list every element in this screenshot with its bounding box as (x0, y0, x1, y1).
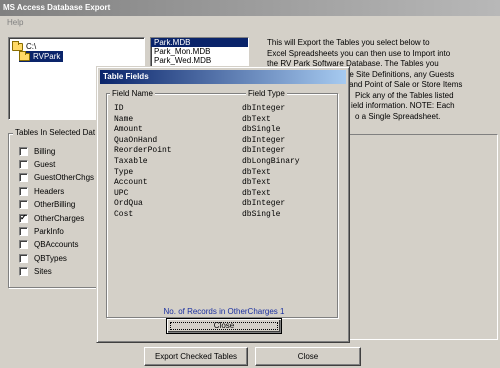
checkbox-label: QBTypes (34, 253, 67, 263)
field-type: dbInteger (242, 104, 286, 113)
checkbox[interactable] (19, 213, 28, 223)
open-folder-icon (12, 40, 23, 51)
description-line: This will Export the Tables you select b… (267, 38, 430, 47)
field-name: Account (114, 178, 148, 188)
file-item[interactable]: Park.MDB (151, 38, 248, 47)
field-name: Cost (114, 210, 134, 219)
checkbox[interactable] (19, 253, 28, 263)
checkbox[interactable] (19, 200, 28, 210)
field-name: Amount (114, 125, 143, 135)
table-checkbox-row[interactable]: OtherBilling (19, 200, 75, 210)
records-count: No. of Records in OtherCharges 1 (163, 307, 285, 316)
checkbox-label: OtherCharges (34, 213, 85, 223)
field-name: ID (114, 104, 124, 113)
field-type: dbInteger (242, 135, 286, 145)
field-name: Type (114, 167, 134, 177)
table-checkbox-row[interactable]: OtherCharges (19, 213, 84, 223)
field-type: dbText (242, 178, 271, 188)
checkbox-label: Billing (34, 146, 56, 156)
field-name: Name (114, 114, 134, 124)
checkbox-label: Headers (34, 186, 65, 196)
field-type: dbLongBinary (242, 157, 300, 166)
table-checkbox-row[interactable]: Sites (19, 267, 52, 277)
close-button[interactable]: Close (255, 347, 361, 366)
directory-label: RVPark (33, 52, 61, 61)
field-name: QuaOnHand (114, 135, 158, 145)
table-fields-dialog: Table Fields Field Name Field Type ID dbI… (96, 66, 350, 343)
dialog-close-button[interactable]: Close (166, 318, 282, 334)
checkbox[interactable] (19, 240, 28, 250)
field-type: dbInteger (242, 146, 286, 156)
directory-item-rvpark[interactable]: RVPark (19, 50, 64, 62)
menubar: Help (0, 16, 500, 30)
file-item[interactable]: Park_Mon.MDB (151, 47, 248, 56)
table-checkbox-row[interactable]: QBAccounts (19, 240, 78, 250)
checkbox-label: Sites (34, 267, 52, 277)
checkbox-label: GuestOtherChgs (34, 173, 95, 183)
checkbox[interactable] (19, 267, 28, 277)
menu-help[interactable]: Help (7, 18, 23, 27)
dialog-title: Table Fields (100, 70, 346, 84)
window-title: MS Access Database Export (0, 0, 500, 16)
open-folder-icon (19, 50, 30, 61)
export-checked-tables-button[interactable]: Export Checked Tables (144, 347, 248, 366)
field-name: ReorderPoint (114, 146, 172, 156)
field-name: Taxable (114, 157, 148, 166)
checkbox[interactable] (19, 186, 28, 196)
checkbox-label: ParkInfo (34, 226, 64, 236)
checkbox-label: QBAccounts (34, 240, 79, 250)
file-list[interactable]: Park.MDB Park_Mon.MDB Park_Wed.MDB (150, 37, 249, 67)
focus-rect (170, 322, 278, 330)
checkbox[interactable] (19, 173, 28, 183)
field-type: dbText (242, 188, 271, 198)
checkbox[interactable] (19, 159, 28, 169)
field-type: dbSingle (242, 210, 281, 219)
field-type: dbInteger (242, 199, 286, 209)
field-type: dbText (242, 167, 271, 177)
table-checkbox-row[interactable]: Billing (19, 146, 55, 156)
field-type: dbText (242, 114, 271, 124)
table-checkbox-row[interactable]: QBTypes (19, 253, 67, 263)
field-name: UPC (114, 188, 129, 198)
file-item[interactable]: Park_Wed.MDB (151, 56, 248, 65)
checkbox[interactable] (19, 226, 28, 236)
table-checkbox-row[interactable]: Guest (19, 159, 55, 169)
checkbox-label: Guest (34, 159, 56, 169)
field-name: OrdQua (114, 199, 143, 209)
checkbox[interactable] (19, 146, 28, 156)
table-checkbox-row[interactable]: GuestOtherChgs (19, 173, 94, 183)
tables-group-title: Tables In Selected Dat (13, 128, 98, 137)
table-checkbox-row[interactable]: Headers (19, 186, 64, 196)
field-type: dbSingle (242, 125, 281, 135)
checkbox-label: OtherBilling (34, 200, 76, 210)
description-line: Excel Spreadsheets you can then use to I… (267, 48, 451, 58)
field-type-header: Field Type (246, 89, 287, 98)
table-checkbox-row[interactable]: ParkInfo (19, 226, 64, 236)
field-name-header: Field Name (110, 89, 155, 98)
